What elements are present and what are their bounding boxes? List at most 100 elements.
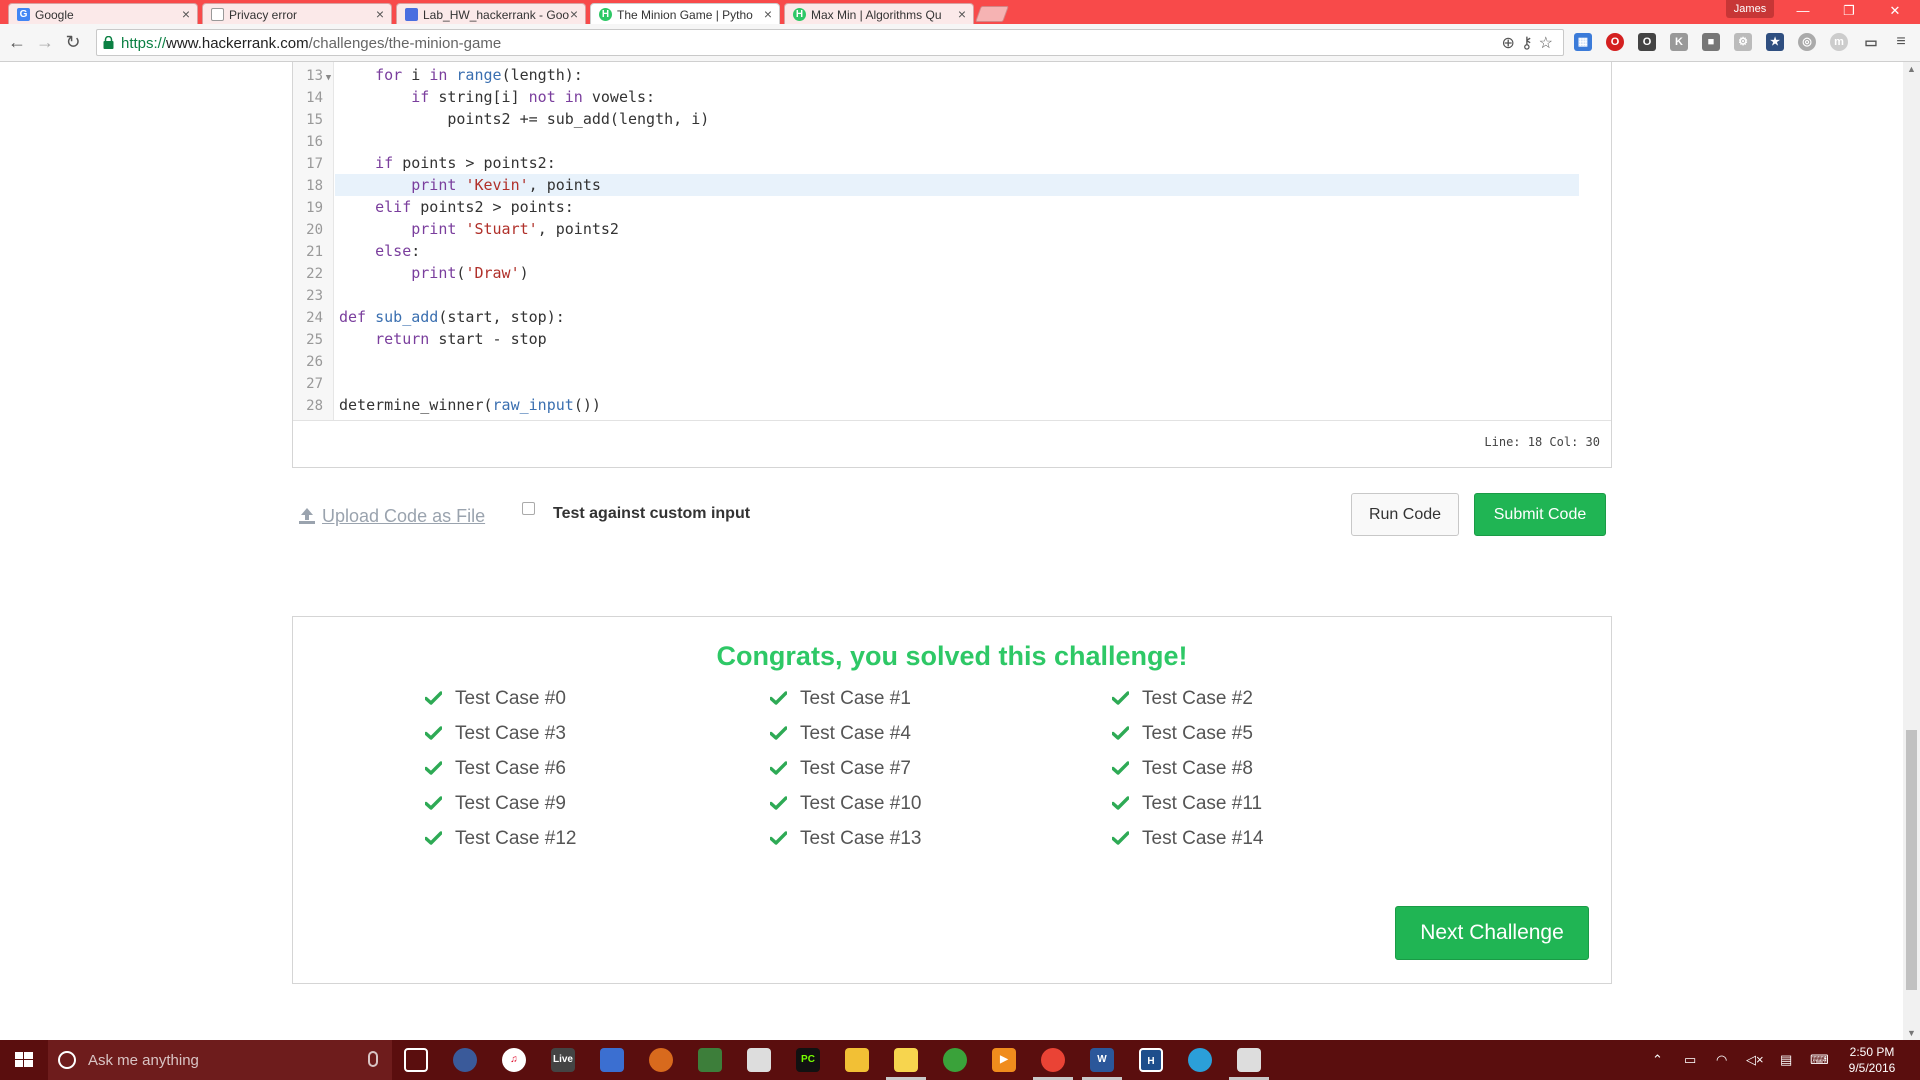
extension-o-icon[interactable]: O bbox=[1638, 33, 1656, 51]
code-actions: Upload Code as File Test against custom … bbox=[292, 490, 1612, 550]
scroll-up-icon[interactable]: ▲ bbox=[1907, 64, 1916, 74]
profile-button[interactable]: James bbox=[1726, 0, 1774, 18]
wifi-icon[interactable]: ◠ bbox=[1716, 1052, 1727, 1068]
clock-date: 9/5/2016 bbox=[1848, 1061, 1896, 1075]
browser-tab-privacy-error[interactable]: Privacy error × bbox=[202, 3, 392, 24]
cortana-search-box[interactable]: Ask me anything bbox=[48, 1040, 392, 1080]
globe-app-icon[interactable] bbox=[453, 1048, 477, 1072]
volume-muted-icon[interactable]: ◁× bbox=[1746, 1052, 1764, 1068]
minimize-icon[interactable]: — bbox=[1780, 0, 1826, 24]
close-tab-icon[interactable]: × bbox=[182, 6, 190, 22]
folder-icon[interactable] bbox=[894, 1048, 918, 1072]
itunes-icon[interactable]: ♫ bbox=[502, 1048, 526, 1072]
code-line[interactable]: 24 def sub_add(start, stop): bbox=[293, 306, 1603, 328]
file-manager-icon[interactable] bbox=[747, 1048, 771, 1072]
extension-calendar-icon[interactable]: ▦ bbox=[1574, 33, 1592, 51]
network-app-icon[interactable] bbox=[600, 1048, 624, 1072]
code-line[interactable]: 22 print('Draw') bbox=[293, 262, 1603, 284]
bookmark-star-icon[interactable]: ☆ bbox=[1539, 35, 1559, 52]
code-line[interactable]: 19 elif points2 > points: bbox=[293, 196, 1603, 218]
page-scrollbar[interactable]: ▲ ▼ bbox=[1903, 62, 1920, 1040]
restore-icon[interactable]: ❐ bbox=[1826, 0, 1872, 24]
close-tab-icon[interactable]: × bbox=[958, 6, 966, 22]
code-line[interactable]: 14 if string[i] not in vowels: bbox=[293, 86, 1603, 108]
media-player-icon[interactable]: ▶ bbox=[992, 1048, 1016, 1072]
reload-icon[interactable]: ↻ bbox=[62, 32, 84, 53]
extension-m-icon[interactable]: m bbox=[1830, 33, 1848, 51]
menu-icon[interactable]: ≡ bbox=[1892, 33, 1910, 51]
upload-code-link[interactable]: Upload Code as File bbox=[298, 506, 485, 527]
xbox-icon[interactable] bbox=[943, 1048, 967, 1072]
cast-icon[interactable]: ▭ bbox=[1862, 33, 1880, 51]
code-token: start - stop bbox=[429, 330, 547, 348]
close-window-icon[interactable]: ✕ bbox=[1872, 0, 1918, 24]
file-explorer-icon[interactable] bbox=[845, 1048, 869, 1072]
address-bar[interactable]: https://www.hackerrank.com/challenges/th… bbox=[96, 29, 1564, 56]
omnibox-actions: ⊕⚷☆ bbox=[1502, 33, 1559, 53]
live-app-icon[interactable]: Live bbox=[551, 1048, 575, 1072]
zoom-icon[interactable]: ⊕ bbox=[1502, 35, 1521, 52]
browser-tab-minion-game[interactable]: H The Minion Game | Pytho × bbox=[590, 3, 780, 24]
forward-arrow-icon[interactable]: → bbox=[34, 32, 56, 53]
chrome-icon[interactable] bbox=[1041, 1048, 1065, 1072]
extension-square-icon[interactable]: ■ bbox=[1702, 33, 1720, 51]
system-clock[interactable]: 2:50 PM 9/5/2016 bbox=[1842, 1044, 1902, 1076]
next-challenge-button[interactable]: Next Challenge bbox=[1395, 906, 1589, 960]
blender-icon[interactable] bbox=[649, 1048, 673, 1072]
code-line[interactable]: 28 determine_winner(raw_input()) bbox=[293, 394, 1603, 416]
microphone-icon[interactable] bbox=[368, 1051, 378, 1067]
battery-icon[interactable]: ▭ bbox=[1684, 1052, 1696, 1068]
test-case-label: Test Case #11 bbox=[1142, 793, 1263, 814]
code-line[interactable]: 20 print 'Stuart', points2 bbox=[293, 218, 1603, 240]
custom-input-checkbox[interactable] bbox=[522, 502, 535, 515]
code-line[interactable]: 15 points2 += sub_add(length, i) bbox=[293, 108, 1603, 130]
scrollbar-thumb[interactable] bbox=[1906, 730, 1917, 990]
extension-star-icon[interactable]: ★ bbox=[1766, 33, 1784, 51]
checkmark-icon bbox=[425, 761, 442, 775]
bird-app-icon[interactable] bbox=[1188, 1048, 1212, 1072]
close-tab-icon[interactable]: × bbox=[570, 6, 578, 22]
show-hidden-icons-icon[interactable]: ⌃ bbox=[1652, 1052, 1663, 1068]
code-line[interactable]: 16 bbox=[293, 130, 1603, 152]
browser-tab-lab-hw[interactable]: Lab_HW_hackerrank - Goo × bbox=[396, 3, 586, 24]
code-token: range bbox=[456, 66, 502, 84]
extension-opera-icon[interactable]: O bbox=[1606, 33, 1624, 51]
image-viewer-icon[interactable] bbox=[698, 1048, 722, 1072]
new-tab-button[interactable] bbox=[975, 6, 1009, 22]
code-token: : bbox=[411, 242, 421, 260]
code-line[interactable]: 13 ▼ for i in range(length): bbox=[293, 64, 1603, 86]
action-center-icon[interactable]: ▤ bbox=[1780, 1052, 1792, 1068]
code-token: if bbox=[375, 154, 394, 172]
scroll-down-icon[interactable]: ▼ bbox=[1907, 1028, 1916, 1038]
run-code-button[interactable]: Run Code bbox=[1351, 493, 1459, 536]
submit-code-button[interactable]: Submit Code bbox=[1474, 493, 1606, 536]
search-placeholder: Ask me anything bbox=[88, 1052, 199, 1069]
hyper-app-icon[interactable]: H bbox=[1139, 1048, 1163, 1072]
explorer-doc-icon[interactable] bbox=[1237, 1048, 1261, 1072]
browser-tab-max-min[interactable]: H Max Min | Algorithms Qu × bbox=[784, 3, 974, 24]
code-line[interactable]: 23 bbox=[293, 284, 1603, 306]
code-line[interactable]: 27 bbox=[293, 372, 1603, 394]
close-tab-icon[interactable]: × bbox=[376, 6, 384, 22]
code-line[interactable]: 21 else: bbox=[293, 240, 1603, 262]
checkmark-icon bbox=[1112, 761, 1129, 775]
start-button[interactable] bbox=[0, 1040, 48, 1080]
keyboard-icon[interactable]: ⌨ bbox=[1810, 1052, 1829, 1068]
task-view-icon[interactable] bbox=[404, 1048, 428, 1072]
extension-gear-icon[interactable]: ⚙ bbox=[1734, 33, 1752, 51]
close-tab-icon[interactable]: × bbox=[764, 6, 772, 22]
test-case-label: Test Case #7 bbox=[800, 758, 911, 779]
code-line[interactable]: 18 print 'Kevin', points bbox=[293, 174, 1603, 196]
extension-circle-icon[interactable]: ◎ bbox=[1798, 33, 1816, 51]
code-line[interactable]: 17 if points > points2: bbox=[293, 152, 1603, 174]
word-icon[interactable]: W bbox=[1090, 1048, 1114, 1072]
code-line[interactable]: 25 return start - stop bbox=[293, 328, 1603, 350]
extension-k-icon[interactable]: K bbox=[1670, 33, 1688, 51]
code-line[interactable]: 26 bbox=[293, 350, 1603, 372]
pycharm-icon[interactable]: PC bbox=[796, 1048, 820, 1072]
code-editor[interactable]: 13 ▼ for i in range(length): 14 if string[… bbox=[292, 62, 1612, 468]
checkmark-icon bbox=[1112, 691, 1129, 705]
key-icon[interactable]: ⚷ bbox=[1521, 35, 1539, 52]
back-arrow-icon[interactable]: ← bbox=[6, 32, 28, 53]
browser-tab-google[interactable]: G Google × bbox=[8, 3, 198, 24]
